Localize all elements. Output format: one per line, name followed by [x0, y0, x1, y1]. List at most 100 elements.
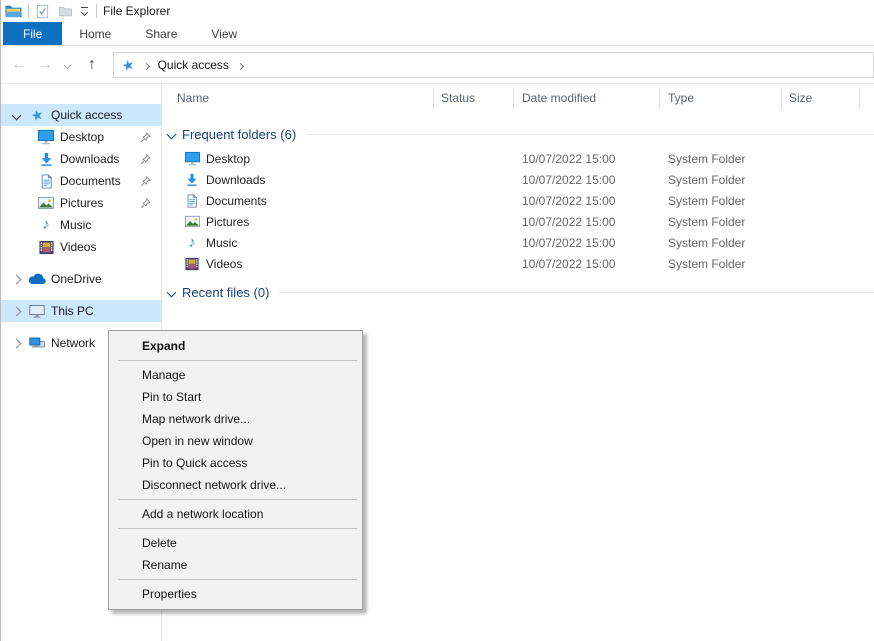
menu-item-pin-to-quick-access[interactable]: Pin to Quick access [109, 452, 362, 474]
sidebar-item-label: Quick access [51, 108, 122, 122]
group-header-recent-files[interactable]: Recent files (0) [163, 282, 874, 302]
menu-item-expand[interactable]: Expand [109, 335, 362, 357]
menu-item-delete[interactable]: Delete [109, 532, 362, 554]
file-name: Downloads [206, 173, 265, 187]
tab-home[interactable]: Home [62, 22, 128, 45]
file-type: System Folder [668, 257, 745, 271]
column-header-type[interactable]: Type [668, 91, 694, 105]
sidebar-item-onedrive[interactable]: OneDrive [1, 268, 161, 290]
column-divider[interactable] [659, 88, 660, 108]
group-label: Recent files (0) [182, 285, 269, 300]
sidebar-item-label: Downloads [60, 152, 119, 166]
desktop-icon [37, 129, 55, 145]
menu-separator [118, 360, 357, 361]
pictures-icon [37, 195, 55, 211]
menu-item-open-in-new-window[interactable]: Open in new window [109, 430, 362, 452]
group-rule [306, 134, 874, 135]
column-header-status[interactable]: Status [441, 91, 475, 105]
sidebar-item-desktop[interactable]: Desktop [1, 126, 161, 148]
sidebar-item-label: OneDrive [51, 272, 102, 286]
music-icon: ♪ [184, 236, 200, 250]
address-bar[interactable]: ★ Quick access [113, 52, 874, 78]
column-divider[interactable] [859, 88, 860, 108]
recent-locations-chevron-icon[interactable] [59, 47, 75, 83]
frequent-folders-list: Desktop 10/07/2022 15:00 System Folder D… [163, 148, 874, 274]
sidebar-item-downloads[interactable]: Downloads [1, 148, 161, 170]
sidebar-item-videos[interactable]: Videos [1, 236, 161, 258]
pin-icon [139, 131, 152, 144]
sidebar-item-this-pc[interactable]: This PC [1, 300, 161, 322]
downloads-icon [37, 152, 55, 167]
breadcrumb-quick-access[interactable]: Quick access [158, 58, 229, 72]
breadcrumb-chevron-icon[interactable] [238, 58, 243, 72]
tab-share[interactable]: Share [128, 22, 194, 45]
file-date-modified: 10/07/2022 15:00 [522, 173, 615, 187]
group-rule [279, 292, 874, 293]
column-header-name[interactable]: Name [177, 91, 209, 105]
file-explorer-window: File Explorer File Home Share View ← → ↑… [0, 0, 874, 641]
column-divider[interactable] [433, 88, 434, 108]
sidebar-item-music[interactable]: ♪ Music [1, 214, 161, 236]
file-type: System Folder [668, 194, 745, 208]
column-header-size[interactable]: Size [789, 91, 812, 105]
tab-view[interactable]: View [194, 22, 254, 45]
menu-item-map-network-drive[interactable]: Map network drive... [109, 408, 362, 430]
file-date-modified: 10/07/2022 15:00 [522, 194, 615, 208]
tab-file[interactable]: File [3, 22, 62, 45]
menu-item-add-a-network-location[interactable]: Add a network location [109, 503, 362, 525]
pin-icon [139, 153, 152, 166]
chevron-down-icon[interactable] [9, 112, 23, 119]
back-button-icon[interactable]: ← [7, 47, 31, 83]
divider [28, 4, 29, 18]
chevron-down-icon [167, 287, 177, 297]
chevron-right-icon[interactable] [9, 276, 23, 283]
forward-button-icon[interactable]: → [33, 47, 57, 83]
menu-separator [118, 499, 357, 500]
properties-icon[interactable] [35, 4, 50, 19]
sidebar-item-label: Music [60, 218, 91, 232]
explorer-logo-icon [5, 4, 22, 18]
title-bar: File Explorer [1, 0, 874, 22]
menu-item-rename[interactable]: Rename [109, 554, 362, 576]
column-header-row: Name Status Date modified Type Size [163, 85, 874, 112]
sidebar-item-pictures[interactable]: Pictures [1, 192, 161, 214]
chevron-down-icon [167, 129, 177, 139]
navigation-bar: ← → ↑ ★ Quick access [1, 47, 874, 84]
breadcrumb-chevron-icon[interactable] [144, 58, 149, 72]
divider [96, 4, 97, 18]
sidebar-item-label: Documents [60, 174, 121, 188]
up-button-icon[interactable]: ↑ [79, 47, 105, 83]
sidebar-item-label: Desktop [60, 130, 104, 144]
file-name: Desktop [206, 152, 250, 166]
music-icon: ♪ [37, 218, 55, 232]
chevron-right-icon[interactable] [9, 340, 23, 347]
sidebar-item-quick-access[interactable]: ★ Quick access [1, 104, 161, 126]
column-header-date-modified[interactable]: Date modified [522, 91, 596, 105]
file-row-downloads[interactable]: Downloads 10/07/2022 15:00 System Folder [163, 169, 874, 190]
file-date-modified: 10/07/2022 15:00 [522, 257, 615, 271]
documents-icon [184, 194, 200, 208]
onedrive-cloud-icon [28, 273, 46, 285]
column-divider[interactable] [513, 88, 514, 108]
file-row-pictures[interactable]: Pictures 10/07/2022 15:00 System Folder [163, 211, 874, 232]
file-row-desktop[interactable]: Desktop 10/07/2022 15:00 System Folder [163, 148, 874, 169]
column-divider[interactable] [781, 88, 782, 108]
menu-item-pin-to-start[interactable]: Pin to Start [109, 386, 362, 408]
file-name: Pictures [206, 215, 249, 229]
sidebar-item-documents[interactable]: Documents [1, 170, 161, 192]
menu-item-manage[interactable]: Manage [109, 364, 362, 386]
file-row-videos[interactable]: Videos 10/07/2022 15:00 System Folder [163, 253, 874, 274]
group-header-frequent-folders[interactable]: Frequent folders (6) [163, 124, 874, 144]
new-folder-icon[interactable] [58, 4, 73, 19]
file-date-modified: 10/07/2022 15:00 [522, 215, 615, 229]
menu-item-disconnect-network-drive[interactable]: Disconnect network drive... [109, 474, 362, 496]
this-pc-monitor-icon [28, 303, 46, 319]
menu-item-properties[interactable]: Properties [109, 583, 362, 605]
file-row-documents[interactable]: Documents 10/07/2022 15:00 System Folder [163, 190, 874, 211]
sidebar-item-label: Pictures [60, 196, 103, 210]
file-row-music[interactable]: ♪ Music 10/07/2022 15:00 System Folder [163, 232, 874, 253]
pin-icon [139, 175, 152, 188]
chevron-right-icon[interactable] [9, 308, 23, 315]
customize-quick-access-toolbar-icon[interactable] [81, 7, 88, 15]
file-type: System Folder [668, 215, 745, 229]
